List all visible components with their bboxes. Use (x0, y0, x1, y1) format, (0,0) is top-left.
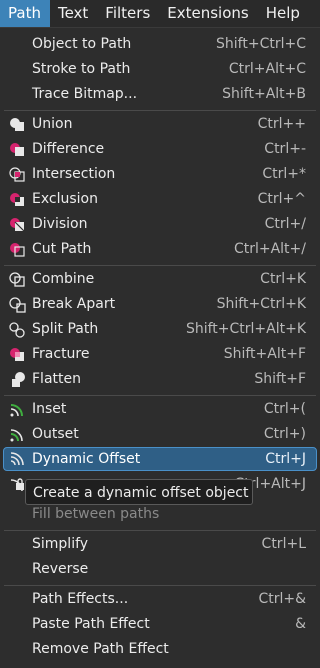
split-path-icon (9, 322, 25, 338)
tooltip: Create a dynamic offset object (25, 479, 253, 505)
menu-item-shortcut: Ctrl+/ (264, 216, 306, 232)
linked-offset-icon (10, 478, 24, 492)
menu-item-shortcut: Ctrl+J (265, 451, 306, 467)
break-apart-icon (9, 297, 26, 313)
menu-item-label: Cut Path (32, 241, 92, 257)
menu-item-label: Dynamic Offset (32, 451, 141, 467)
fracture-icon (10, 348, 24, 361)
menu-separator (4, 110, 316, 111)
flatten-icon (12, 372, 25, 387)
menu-item-label: Fracture (32, 346, 90, 362)
menu-item-stroke-to-path[interactable]: Stroke to Path Ctrl+Alt+C (0, 57, 320, 82)
menu-item-inset[interactable]: Inset Ctrl+( (0, 397, 320, 422)
menu-item-flatten[interactable]: Flatten Shift+F (0, 367, 320, 392)
menu-item-object-to-path[interactable]: Object to Path Shift+Ctrl+C (0, 32, 320, 57)
menu-item-label: Break Apart (32, 296, 116, 312)
menu-item-label: Path Effects... (32, 591, 129, 607)
menu-item-label: Inset (32, 401, 67, 417)
menu-help[interactable]: Help (258, 0, 309, 27)
menubar: Path Text Filters Extensions Help (0, 0, 320, 27)
menu-extensions[interactable]: Extensions (159, 0, 257, 27)
outset-icon (10, 429, 23, 442)
menu-item-path-effects[interactable]: Path Effects... Ctrl+& (0, 587, 320, 612)
menu-item-dynamic-offset[interactable]: Dynamic Offset Ctrl+J (3, 447, 317, 471)
menu-item-shortcut: Ctrl+^ (257, 191, 306, 207)
exclusion-icon (10, 193, 24, 206)
menu-separator (4, 530, 316, 531)
menu-item-combine[interactable]: Combine Ctrl+K (0, 267, 320, 292)
menu-item-difference[interactable]: Difference Ctrl+- (0, 137, 320, 162)
menu-separator (4, 395, 316, 396)
menu-path[interactable]: Path (0, 0, 50, 27)
menu-item-label: Object to Path (32, 36, 132, 52)
menu-item-shortcut: Ctrl++ (257, 116, 306, 132)
menu-item-label: Trace Bitmap... (32, 86, 138, 102)
menu-item-shortcut: Ctrl+K (260, 271, 306, 287)
combine-icon (9, 272, 25, 287)
menu-item-shortcut: Shift+F (254, 371, 306, 387)
dynamic-offset-icon (10, 452, 24, 466)
menu-item-label: Split Path (32, 321, 99, 337)
menu-item-intersection[interactable]: Intersection Ctrl+* (0, 162, 320, 187)
menu-item-shortcut: Ctrl+& (258, 591, 306, 607)
menu-item-shortcut: Ctrl+L (261, 536, 306, 552)
menu-item-shortcut: Ctrl+Alt+C (228, 61, 306, 77)
menu-item-shortcut: Shift+Ctrl+Alt+K (185, 321, 306, 337)
menu-item-label: Exclusion (32, 191, 98, 207)
division-icon (10, 218, 25, 232)
menu-item-label: Union (32, 116, 73, 132)
menu-item-shortcut: Shift+Ctrl+C (216, 36, 306, 52)
intersection-icon (9, 167, 25, 182)
menu-item-reverse[interactable]: Reverse (0, 557, 320, 582)
menu-item-shortcut: Shift+Alt+F (223, 346, 306, 362)
menu-separator (4, 265, 316, 266)
menu-item-break-apart[interactable]: Break Apart Shift+Ctrl+K (0, 292, 320, 317)
menu-item-shortcut: Ctrl+( (263, 401, 306, 417)
menu-item-label: Division (32, 216, 88, 232)
menu-item-shortcut: Ctrl+- (264, 141, 306, 157)
menu-item-label: Combine (32, 271, 95, 287)
menu-item-label: Intersection (32, 166, 116, 182)
menu-item-paste-path-effect[interactable]: Paste Path Effect & (0, 612, 320, 637)
cut-path-icon (10, 243, 25, 257)
menu-item-shortcut: Ctrl+) (263, 426, 306, 442)
menu-item-division[interactable]: Division Ctrl+/ (0, 212, 320, 237)
menu-item-split-path[interactable]: Split Path Shift+Ctrl+Alt+K (0, 317, 320, 342)
menu-item-label: Simplify (32, 536, 89, 552)
menu-item-shortcut: & (295, 616, 306, 632)
menu-item-simplify[interactable]: Simplify Ctrl+L (0, 532, 320, 557)
menu-item-label: Difference (32, 141, 105, 157)
inset-icon (10, 404, 23, 417)
menu-item-remove-path-effect[interactable]: Remove Path Effect (0, 637, 320, 662)
menu-item-trace-bitmap[interactable]: Trace Bitmap... Shift+Alt+B (0, 82, 320, 107)
menu-item-union[interactable]: Union Ctrl++ (0, 112, 320, 137)
menu-item-label: Flatten (32, 371, 81, 387)
menu-item-shortcut: Ctrl+* (262, 166, 306, 182)
menu-text[interactable]: Text (50, 0, 97, 27)
menu-item-label: Paste Path Effect (32, 616, 150, 632)
menu-item-label: Remove Path Effect (32, 641, 169, 657)
menu-item-label: Outset (32, 426, 79, 442)
menu-item-label: Stroke to Path (32, 61, 131, 77)
menu-item-outset[interactable]: Outset Ctrl+) (0, 422, 320, 447)
menu-item-fracture[interactable]: Fracture Shift+Alt+F (0, 342, 320, 367)
menu-item-shortcut: Ctrl+Alt+/ (233, 241, 306, 257)
menu-separator (4, 585, 316, 586)
menu-item-shortcut: Shift+Ctrl+K (216, 296, 306, 312)
menu-item-cut-path[interactable]: Cut Path Ctrl+Alt+/ (0, 237, 320, 262)
menu-item-exclusion[interactable]: Exclusion Ctrl+^ (0, 187, 320, 212)
path-menu-dropdown: Object to Path Shift+Ctrl+C Stroke to Pa… (0, 27, 320, 668)
menu-filters[interactable]: Filters (97, 0, 159, 27)
menu-item-label: Reverse (32, 561, 89, 577)
difference-icon (10, 143, 24, 156)
menu-item-shortcut: Shift+Alt+B (222, 86, 306, 102)
union-icon (10, 118, 24, 131)
